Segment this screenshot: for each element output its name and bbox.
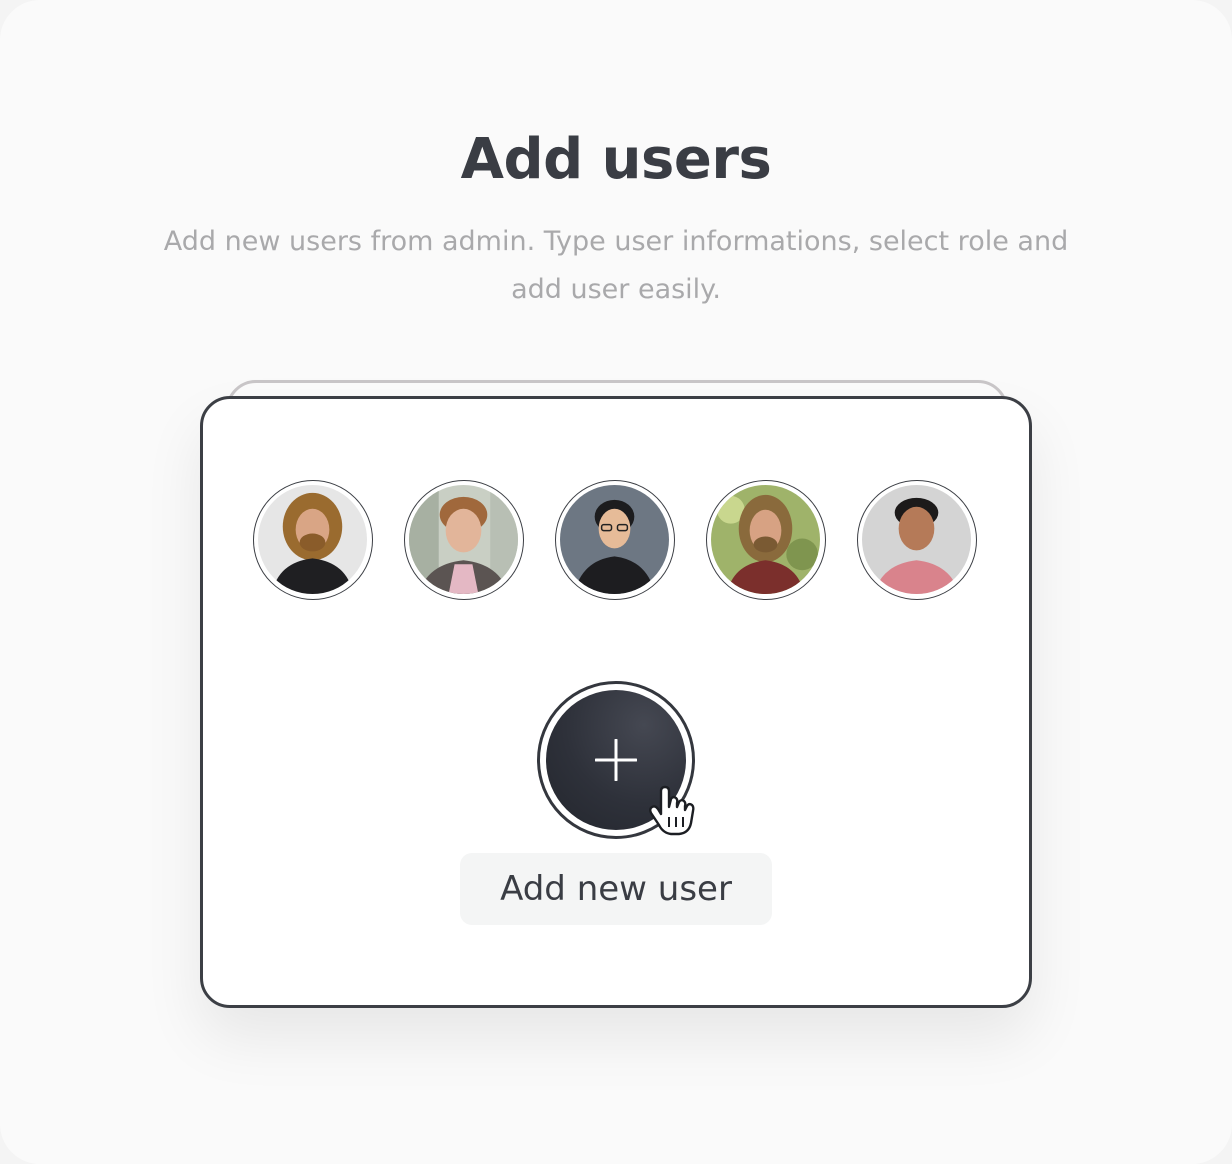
user-avatar-5[interactable] xyxy=(857,480,977,600)
page-subtitle: Add new users from admin. Type user info… xyxy=(163,226,1069,305)
user-avatar-3[interactable] xyxy=(555,480,675,600)
user-photo-3 xyxy=(560,485,669,594)
page-title: Add users xyxy=(460,127,772,192)
hand-pointer-icon xyxy=(649,785,695,836)
user-photo-1 xyxy=(258,485,367,594)
page-frame: Add users Add new users from admin. Type… xyxy=(0,0,1232,1164)
plus-icon xyxy=(595,739,637,781)
avatar-list xyxy=(253,480,983,606)
user-avatar-1[interactable] xyxy=(253,480,373,600)
user-photo-5 xyxy=(862,485,971,594)
user-avatar-4[interactable] xyxy=(706,480,826,600)
user-avatar-2[interactable] xyxy=(404,480,524,600)
add-new-user-label[interactable]: Add new user xyxy=(460,853,772,925)
add-users-card: Add new user xyxy=(200,396,1032,1008)
user-photo-2 xyxy=(409,485,518,594)
user-photo-4 xyxy=(711,485,820,594)
